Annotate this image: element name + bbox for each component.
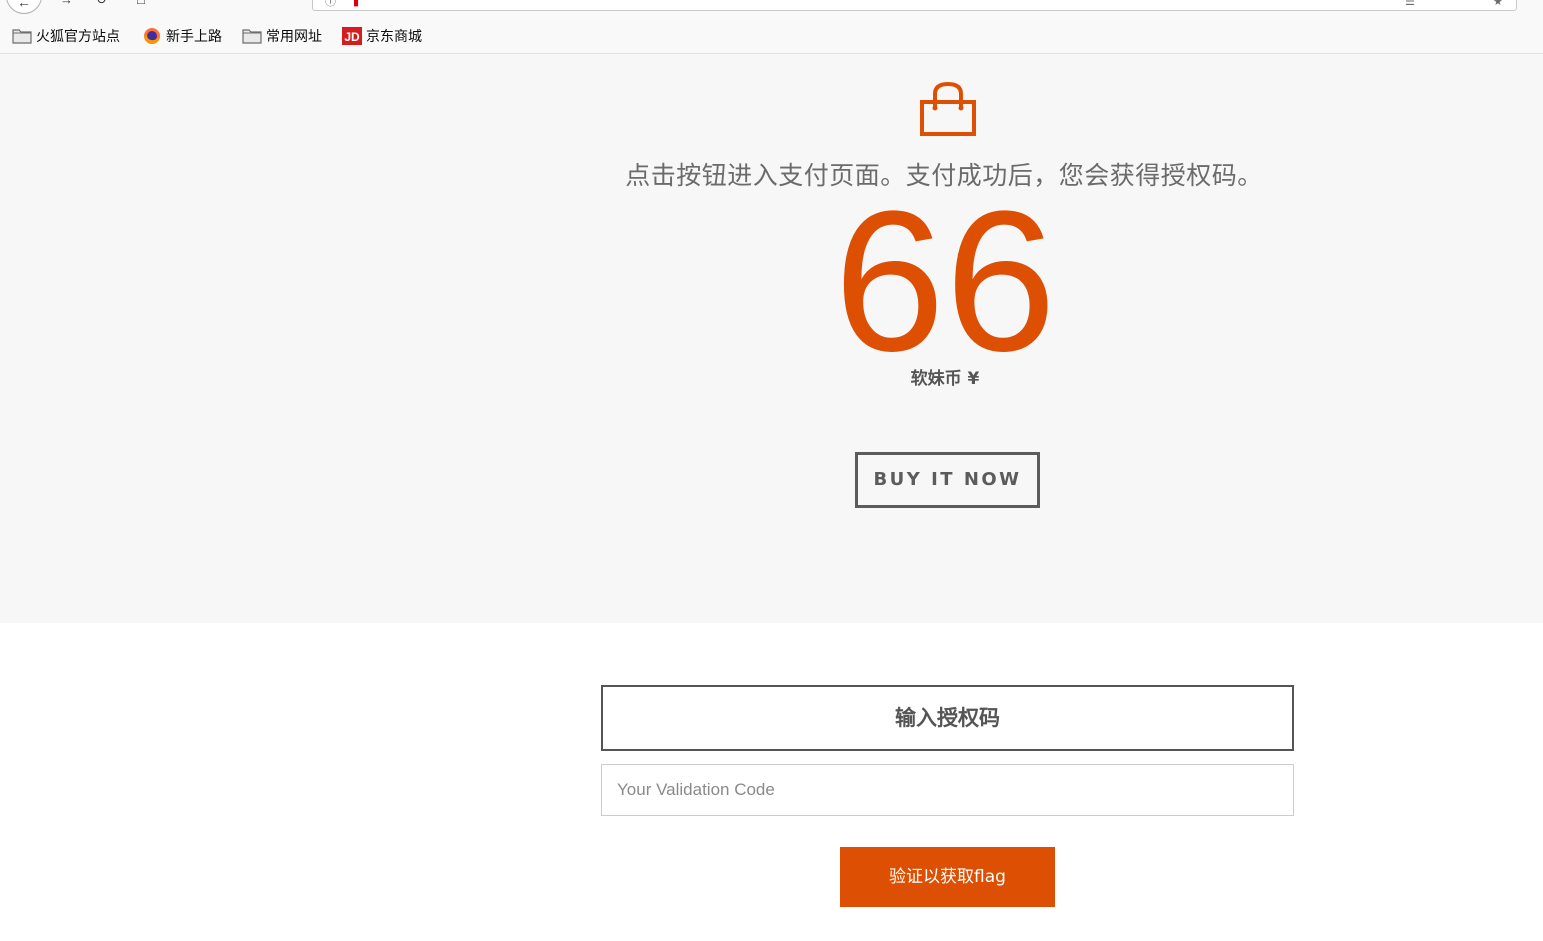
reader-view-icon[interactable]: ☰ <box>1405 0 1415 8</box>
buy-it-now-button[interactable]: BUY IT NOW <box>855 452 1040 508</box>
enter-code-heading: 输入授权码 <box>601 685 1294 751</box>
bookmark-label: 火狐官方站点 <box>36 29 120 45</box>
bookmark-label: 京东商城 <box>366 29 422 45</box>
currency-label: 软妹币 ¥ <box>910 369 980 389</box>
jd-icon: JD <box>342 27 362 45</box>
folder-icon <box>242 27 262 45</box>
home-button[interactable]: □ <box>137 0 145 6</box>
payment-instructions: 点击按钮进入支付页面。支付成功后，您会获得授权码。 <box>625 161 1263 190</box>
site-info-icon[interactable]: ⓘ <box>325 0 336 8</box>
reload-button[interactable]: ↻ <box>96 0 107 6</box>
bookmark-label: 常用网址 <box>266 29 322 45</box>
bookmark-item-firefox-official[interactable]: 火狐官方站点 <box>12 26 120 46</box>
shopping-bag-icon <box>919 80 977 138</box>
back-arrow-icon: ← <box>17 0 31 10</box>
folder-icon <box>12 27 32 45</box>
browser-toolbar: ← → ↻ □ ⓘ ▮ ☰ ★ <box>0 0 1543 18</box>
bookmark-item-jd[interactable]: JD 京东商城 <box>342 26 422 46</box>
verify-flag-button[interactable]: 验证以获取flag <box>840 847 1055 907</box>
url-bar[interactable]: ⓘ ▮ ☰ ★ <box>312 0 1517 11</box>
bookmark-star-icon[interactable]: ★ <box>1493 0 1503 8</box>
validation-code-input[interactable] <box>601 764 1294 816</box>
firefox-icon <box>142 27 162 45</box>
bookmark-label: 新手上路 <box>166 29 222 45</box>
svg-text:JD: JD <box>344 30 360 44</box>
bookmarks-toolbar: 火狐官方站点 新手上路 常用网址 JD 京东商城 <box>0 18 1543 54</box>
bookmark-item-common-sites[interactable]: 常用网址 <box>242 26 322 46</box>
forward-button[interactable]: → <box>60 0 73 6</box>
pricing-hero: 点击按钮进入支付页面。支付成功后，您会获得授权码。 66 软妹币 ¥ BUY I… <box>0 54 1543 623</box>
back-button[interactable]: ← <box>6 0 42 14</box>
page-favicon-icon: ▮ <box>353 0 360 8</box>
price-amount: 66 <box>833 170 1057 393</box>
bookmark-item-getting-started[interactable]: 新手上路 <box>142 26 222 46</box>
